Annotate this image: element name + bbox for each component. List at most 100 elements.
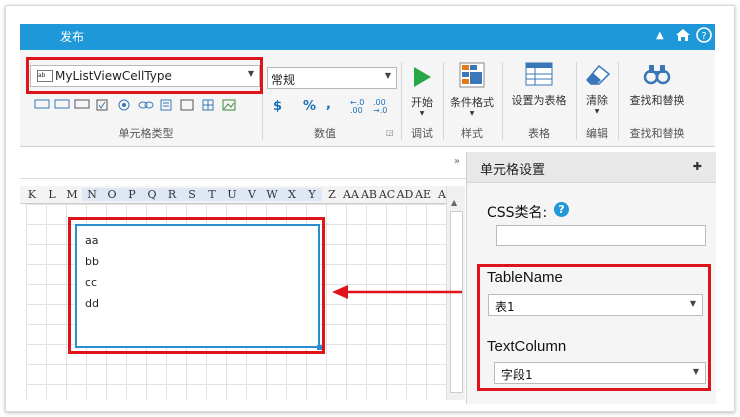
divider [618, 62, 619, 140]
resize-handle[interactable] [317, 345, 322, 350]
start-button[interactable]: 开始 ▼ [405, 66, 439, 117]
home-icon[interactable] [675, 27, 691, 48]
table-icon [525, 62, 553, 86]
column-header[interactable]: X [282, 188, 302, 201]
divider [502, 62, 503, 140]
clear-button[interactable]: 清除 ▼ [580, 62, 614, 115]
column-header[interactable]: P [122, 188, 142, 201]
celltype-combo[interactable]: ab MyListViewCellType ▼ [30, 65, 260, 87]
column-header[interactable]: M [62, 188, 82, 201]
group-label-debug: 调试 [411, 127, 433, 140]
chevron-down-icon: ▼ [469, 110, 475, 117]
image-icon[interactable] [222, 99, 236, 114]
play-icon [414, 67, 431, 87]
divider [576, 62, 577, 140]
currency-button[interactable]: $ [273, 99, 282, 114]
comma-button[interactable]: , [326, 97, 331, 112]
grid-icon[interactable] [202, 99, 214, 114]
column-header[interactable]: Q [142, 188, 162, 201]
start-label: 开始 [411, 96, 433, 109]
chevron-down-icon: ▼ [247, 69, 254, 78]
eraser-icon [585, 64, 611, 85]
tab-publish[interactable]: 发布 [60, 28, 84, 45]
chevron-down-icon: ▼ [689, 299, 696, 308]
group-label-find: 查找和替换 [629, 127, 685, 140]
find-replace-button[interactable]: 查找和替换 [622, 62, 692, 108]
list-item[interactable]: bb [85, 255, 99, 268]
table-name-select[interactable]: 表1 ▼ [488, 294, 703, 316]
column-header[interactable]: AE [414, 188, 432, 201]
divider [443, 62, 444, 140]
table-name-value: 表1 [495, 300, 515, 314]
checkbox-icon[interactable] [96, 99, 108, 114]
svg-text:?: ? [701, 31, 706, 42]
column-header[interactable]: K [22, 188, 42, 201]
clear-label: 清除 [586, 94, 608, 107]
chevron-down-icon: ▼ [692, 367, 699, 376]
expand-formula-icon[interactable]: » [454, 156, 460, 167]
textbox-small-icon[interactable] [74, 99, 90, 112]
set-as-table-button[interactable]: 设置为表格 [505, 62, 573, 108]
chevron-down-icon: ▼ [419, 110, 425, 117]
column-header[interactable]: O [102, 188, 122, 201]
column-header[interactable]: Z [322, 188, 342, 201]
column-header[interactable]: T [202, 188, 222, 201]
divider [262, 62, 263, 140]
number-format-combo[interactable]: 常规 ▼ [267, 67, 397, 89]
number-icon[interactable] [180, 99, 194, 114]
set-as-table-label: 设置为表格 [511, 94, 567, 107]
panel-title: 单元格设置 [480, 163, 546, 178]
column-header[interactable]: AB [360, 188, 378, 201]
css-class-input[interactable] [496, 225, 706, 246]
chevron-down-icon: ▼ [594, 108, 600, 115]
group-label-style: 样式 [461, 127, 483, 140]
list-item[interactable]: cc [85, 276, 97, 289]
group-label-celltype: 单元格类型 [118, 127, 174, 140]
text-column-select[interactable]: 字段1 ▼ [494, 362, 706, 384]
list-item[interactable]: aa [85, 234, 98, 247]
celltype-combo-value: MyListViewCellType [55, 69, 172, 83]
column-header[interactable]: R [162, 188, 182, 201]
conditional-format-button[interactable]: 条件格式 ▼ [446, 62, 498, 117]
binoculars-icon [643, 65, 671, 85]
help-icon[interactable]: ? [696, 27, 712, 48]
pointer-arrow [332, 285, 462, 299]
css-class-label: CSS类名: [487, 205, 548, 221]
scroll-up-icon[interactable]: ▲ [451, 198, 457, 207]
increase-decimal-icon[interactable]: ←.0.00 [350, 99, 364, 115]
link-icon[interactable] [138, 99, 154, 114]
radio-icon[interactable] [118, 99, 130, 114]
listview-cell[interactable]: aa bb cc dd [75, 224, 322, 350]
column-header[interactable]: AA [342, 188, 360, 201]
pin-icon[interactable]: ✚ [693, 160, 702, 173]
find-replace-label: 查找和替换 [629, 94, 685, 107]
percent-button[interactable]: % [303, 99, 316, 114]
chevron-down-icon: ▼ [384, 71, 391, 80]
scroll-thumb[interactable] [450, 211, 463, 393]
column-header[interactable]: L [42, 188, 62, 201]
textbox-icon: ab [37, 70, 53, 82]
column-header[interactable]: AC [378, 188, 396, 201]
column-header[interactable]: AD [396, 188, 414, 201]
panel-header: 单元格设置 ✚ [467, 152, 716, 183]
formula-bar[interactable]: » [20, 152, 466, 179]
rect2-icon[interactable] [54, 99, 70, 112]
column-header[interactable]: S [182, 188, 202, 201]
column-header[interactable]: W [262, 188, 282, 201]
cell-settings-panel: 单元格设置 ✚ CSS类名: ? TableName 表1 ▼ TextColu… [466, 152, 716, 404]
conditional-format-label: 条件格式 [450, 96, 494, 109]
rect-icon[interactable] [34, 99, 50, 112]
list-icon[interactable] [160, 99, 172, 114]
dialog-launcher-icon[interactable]: ◲ [386, 128, 394, 137]
group-label-edit: 编辑 [586, 127, 608, 140]
collapse-ribbon-icon[interactable]: ▲ [656, 27, 664, 45]
help-icon[interactable]: ? [554, 202, 569, 217]
column-header[interactable]: Y [302, 188, 322, 201]
column-header[interactable]: N [82, 188, 102, 201]
divider [401, 62, 402, 140]
column-header[interactable]: V [242, 188, 262, 201]
table-name-label: TableName [487, 269, 563, 286]
list-item[interactable]: dd [85, 297, 99, 310]
column-header[interactable]: U [222, 188, 242, 201]
decrease-decimal-icon[interactable]: .00 →.0 [373, 99, 387, 115]
